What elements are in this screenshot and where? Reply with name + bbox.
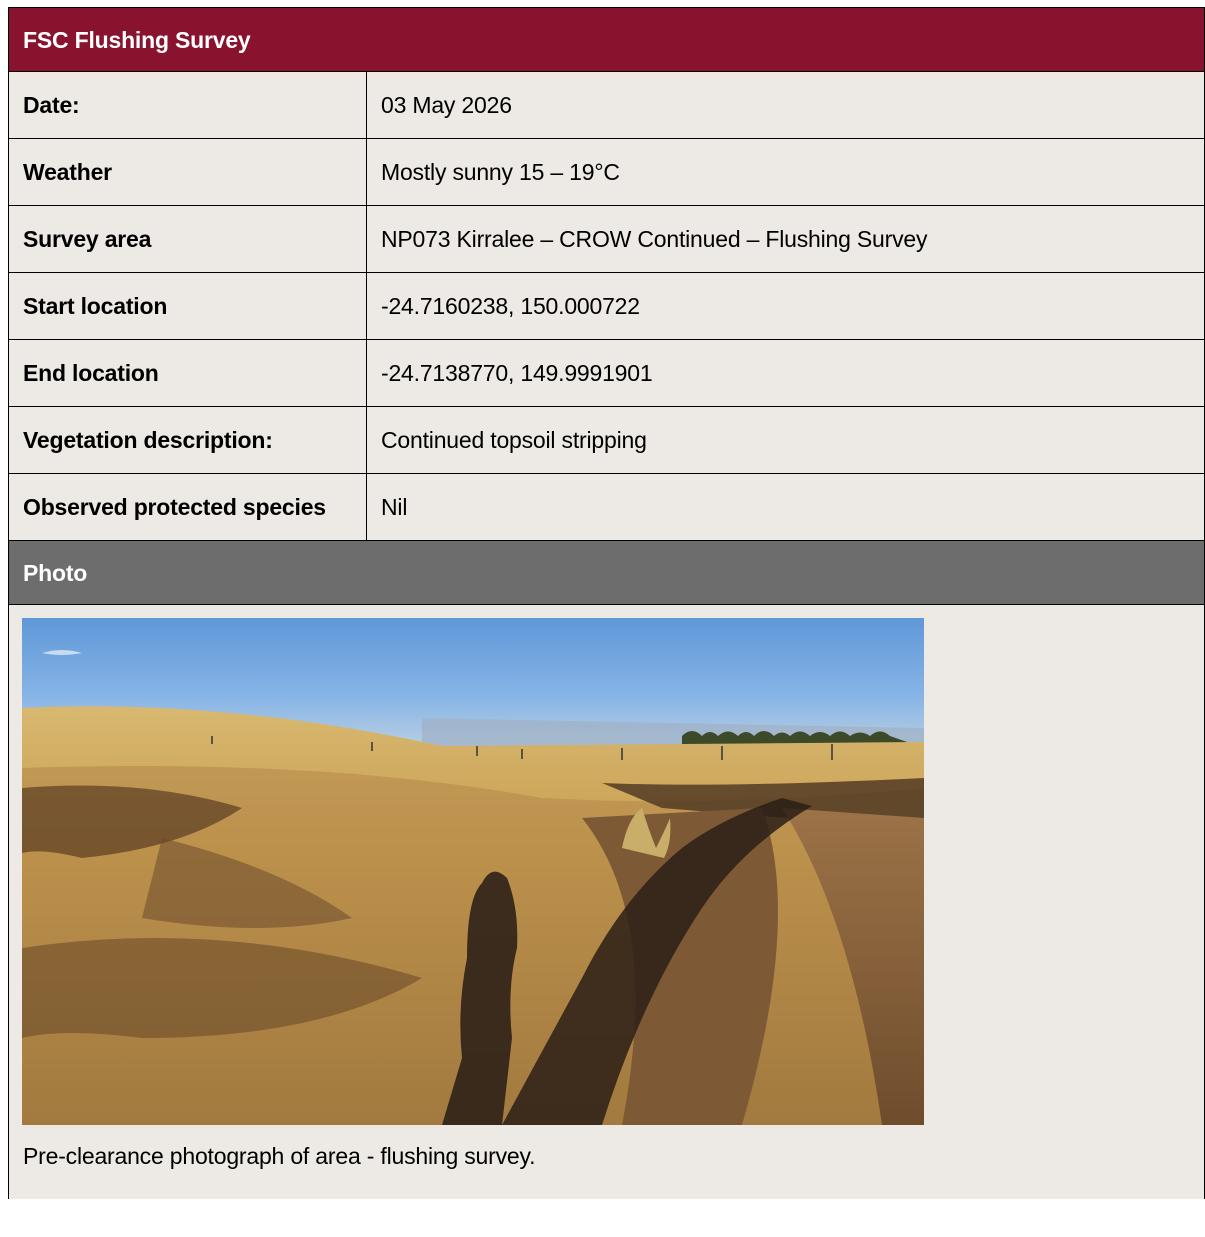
weather-value: Mostly sunny 15 – 19°C xyxy=(381,158,620,185)
date-value: 03 May 2026 xyxy=(381,91,512,118)
end-location-value: -24.7138770, 149.9991901 xyxy=(381,359,653,386)
row-survey-area: Survey area NP073 Kirralee – CROW Contin… xyxy=(9,206,1204,273)
end-location-label: End location xyxy=(9,340,367,406)
vegetation-value: Continued topsoil stripping xyxy=(381,426,647,453)
photo-section: Pre-clearance photograph of area - flush… xyxy=(9,605,1204,1237)
weather-label: Weather xyxy=(9,139,367,205)
row-date: Date: 03 May 2026 xyxy=(9,72,1204,139)
survey-area-value: NP073 Kirralee – CROW Continued – Flushi… xyxy=(381,225,928,252)
protected-species-label: Observed protected species xyxy=(9,474,367,540)
vegetation-label: Vegetation description: xyxy=(9,407,367,473)
survey-form: FSC Flushing Survey Date: 03 May 2026 We… xyxy=(8,7,1205,1199)
survey-area-label: Survey area xyxy=(9,206,367,272)
start-location-label: Start location xyxy=(9,273,367,339)
protected-species-value: Nil xyxy=(381,493,408,520)
photo-heading: Photo xyxy=(9,541,1204,605)
row-weather: Weather Mostly sunny 15 – 19°C xyxy=(9,139,1204,206)
date-label: Date: xyxy=(9,72,367,138)
row-protected-species: Observed protected species Nil xyxy=(9,474,1204,541)
photo-caption: Pre-clearance photograph of area - flush… xyxy=(23,1143,536,1169)
row-end-location: End location -24.7138770, 149.9991901 xyxy=(9,340,1204,407)
row-vegetation: Vegetation description: Continued topsoi… xyxy=(9,407,1204,474)
form-title: FSC Flushing Survey xyxy=(9,8,1204,72)
row-start-location: Start location -24.7160238, 150.000722 xyxy=(9,273,1204,340)
survey-photo xyxy=(22,618,924,1125)
start-location-value: -24.7160238, 150.000722 xyxy=(381,292,640,319)
